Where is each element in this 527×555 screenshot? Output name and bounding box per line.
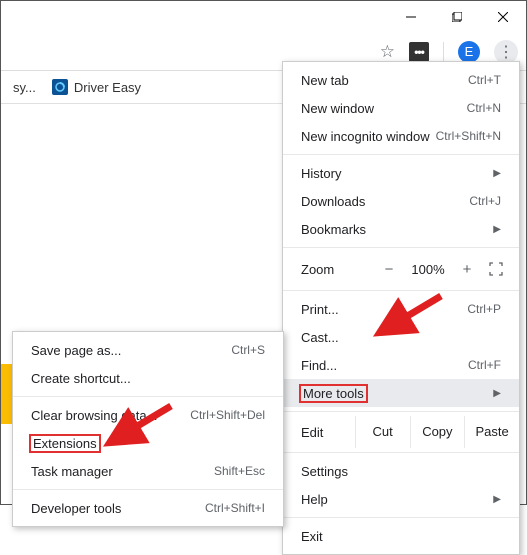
chevron-right-icon: ▶: [487, 388, 501, 399]
menu-new-window[interactable]: New windowCtrl+N: [283, 94, 519, 122]
submenu-save-page[interactable]: Save page as...Ctrl+S: [13, 336, 283, 364]
chevron-right-icon: ▶: [487, 224, 501, 235]
annotation-arrow-more-tools: [371, 291, 451, 346]
bookmark-item-1[interactable]: sy...: [5, 80, 44, 95]
menu-separator: [283, 452, 519, 453]
submenu-dev-tools[interactable]: Developer toolsCtrl+Shift+I: [13, 494, 283, 522]
menu-more-tools[interactable]: More tools ▶: [283, 379, 519, 407]
profile-avatar[interactable]: E: [458, 41, 480, 63]
bookmark-star-icon[interactable]: ☆: [380, 42, 395, 62]
zoom-out-button[interactable]: −: [377, 261, 401, 278]
chevron-right-icon: ▶: [487, 168, 501, 179]
menu-separator: [283, 411, 519, 412]
submenu-create-shortcut[interactable]: Create shortcut...: [13, 364, 283, 392]
zoom-value: 100%: [407, 262, 449, 277]
fullscreen-icon[interactable]: [485, 262, 507, 276]
menu-dots-icon[interactable]: ⋮: [494, 40, 518, 64]
menu-history[interactable]: History▶: [283, 159, 519, 187]
annotation-highlight: Extensions: [29, 434, 101, 453]
menu-new-tab[interactable]: New tabCtrl+T: [283, 66, 519, 94]
menu-settings[interactable]: Settings: [283, 457, 519, 485]
menu-new-incognito[interactable]: New incognito windowCtrl+Shift+N: [283, 122, 519, 150]
maximize-button[interactable]: [434, 1, 480, 33]
menu-help[interactable]: Help▶: [283, 485, 519, 513]
bookmark-label: Driver Easy: [74, 80, 141, 95]
menu-find[interactable]: Find...Ctrl+F: [283, 351, 519, 379]
menu-separator: [13, 396, 283, 397]
toolbar-separator: [443, 42, 444, 62]
close-button[interactable]: [480, 1, 526, 33]
menu-separator: [283, 517, 519, 518]
annotation-arrow-extensions: [101, 401, 181, 456]
submenu-task-manager[interactable]: Task managerShift+Esc: [13, 457, 283, 485]
menu-zoom-row: Zoom − 100% +: [283, 252, 519, 286]
menu-separator: [13, 489, 283, 490]
menu-exit[interactable]: Exit: [283, 522, 519, 550]
copy-button[interactable]: Copy: [410, 416, 465, 448]
window-titlebar: [1, 1, 526, 33]
bookmark-item-driver-easy[interactable]: Driver Easy: [44, 79, 149, 95]
paste-button[interactable]: Paste: [464, 416, 519, 448]
bookmark-label: sy...: [13, 80, 36, 95]
zoom-in-button[interactable]: +: [455, 261, 479, 278]
minimize-button[interactable]: [388, 1, 434, 33]
edit-label: Edit: [283, 425, 355, 440]
menu-bookmarks[interactable]: Bookmarks▶: [283, 215, 519, 243]
menu-downloads[interactable]: DownloadsCtrl+J: [283, 187, 519, 215]
menu-edit-row: Edit Cut Copy Paste: [283, 416, 519, 448]
driver-easy-icon: [52, 79, 68, 95]
extension-badge[interactable]: •••: [409, 42, 429, 62]
chevron-right-icon: ▶: [487, 494, 501, 505]
cut-button[interactable]: Cut: [355, 416, 410, 448]
menu-separator: [283, 247, 519, 248]
zoom-label: Zoom: [301, 262, 371, 277]
annotation-highlight: More tools: [299, 384, 368, 403]
menu-separator: [283, 154, 519, 155]
